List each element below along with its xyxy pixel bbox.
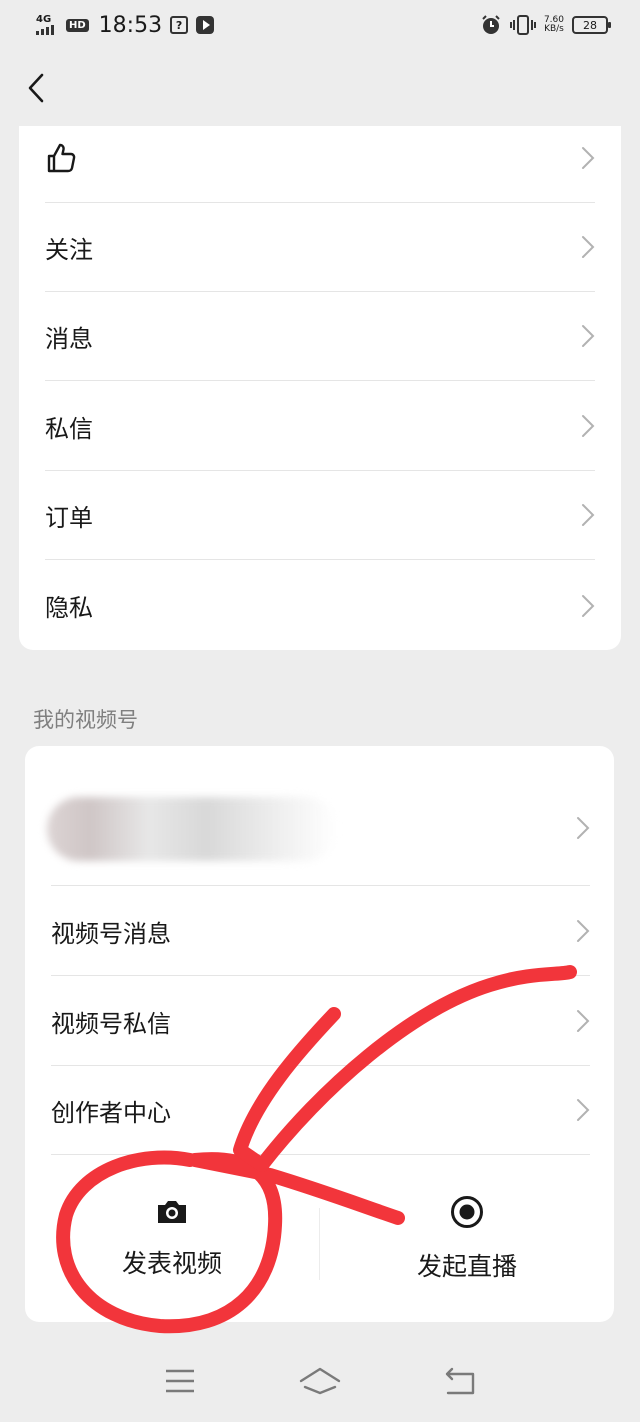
alarm-icon (482, 15, 500, 34)
status-bar: 4G HD 18:53 ? 7.60 KB/s 28 (0, 0, 640, 50)
back-button[interactable] (16, 66, 56, 110)
menu-label: 视频号私信 (51, 1009, 171, 1038)
chevron-right-icon (577, 1010, 590, 1032)
menu-icon (166, 1369, 194, 1393)
menu-item-orders[interactable]: 订单 (45, 471, 595, 560)
post-video-label: 发表视频 (121, 1249, 222, 1278)
post-video-button[interactable]: 发表视频 (25, 1156, 319, 1322)
return-icon (445, 1367, 475, 1395)
battery-icon: 28 (572, 16, 611, 34)
chevron-right-icon (582, 415, 595, 437)
status-right: 7.60 KB/s 28 (480, 14, 611, 36)
menu-label: 订单 (45, 503, 93, 532)
menu-item-channel-messages[interactable]: 视频号消息 (51, 887, 590, 976)
hd-badge: HD (66, 18, 89, 32)
menu-label: 创作者中心 (51, 1098, 171, 1127)
menu-label: 隐私 (45, 594, 93, 622)
signal-icon: 4G (36, 15, 58, 35)
menu-item-privacy[interactable]: 隐私 (45, 561, 595, 650)
start-live-label: 发起直播 (416, 1252, 517, 1281)
menu-item-messages[interactable]: 消息 (45, 292, 595, 381)
live-record-icon (451, 1196, 483, 1228)
chevron-right-icon (577, 1099, 590, 1121)
network-speed: 7.60 KB/s (543, 15, 564, 34)
clock: 18:53 (98, 12, 163, 38)
chevron-right-icon (582, 147, 595, 169)
menu-item-creator-center[interactable]: 创作者中心 (51, 1066, 590, 1155)
chevron-left-icon (28, 73, 44, 103)
section-title-my-channels: 我的视频号 (33, 708, 138, 732)
home-nav-button[interactable] (295, 1361, 345, 1401)
back-nav-button[interactable] (435, 1361, 485, 1401)
thumbs-up-icon (47, 143, 76, 173)
chevron-right-icon (582, 236, 595, 258)
home-icon (299, 1367, 341, 1395)
status-left: 4G HD 18:53 ? (36, 12, 215, 38)
chevron-right-icon (577, 817, 590, 839)
menu-item-likes[interactable] (45, 114, 595, 203)
menu-item-follow[interactable]: 关注 (45, 203, 595, 292)
settings-card: 关注 消息 私信 订单 隐私 (19, 126, 621, 650)
chevron-right-icon (577, 920, 590, 942)
media-play-icon (196, 16, 215, 34)
chevron-right-icon (582, 594, 595, 617)
network-type: 4G (36, 14, 52, 25)
channel-actions: 发表视频 发起直播 (25, 1156, 614, 1322)
menu-label: 私信 (45, 414, 93, 443)
menu-nav-button[interactable] (155, 1361, 205, 1401)
chevron-right-icon (582, 325, 595, 347)
menu-label: 关注 (45, 235, 93, 264)
menu-label: 视频号消息 (51, 919, 171, 948)
channel-profile-row[interactable] (47, 771, 590, 886)
menu-item-private-messages[interactable]: 私信 (45, 382, 595, 471)
vibrate-icon (509, 15, 536, 35)
blurred-profile (47, 797, 337, 861)
chevron-right-icon (582, 504, 595, 526)
channels-card: 视频号消息 视频号私信 创作者中心 发表视频 发起直播 (25, 746, 614, 1322)
system-nav-bar (0, 1340, 640, 1422)
menu-item-channel-private-messages[interactable]: 视频号私信 (51, 977, 590, 1066)
start-live-button[interactable]: 发起直播 (320, 1156, 614, 1322)
camera-icon (158, 1201, 186, 1223)
menu-label: 消息 (45, 324, 93, 353)
notification-icon: ? (170, 16, 189, 34)
